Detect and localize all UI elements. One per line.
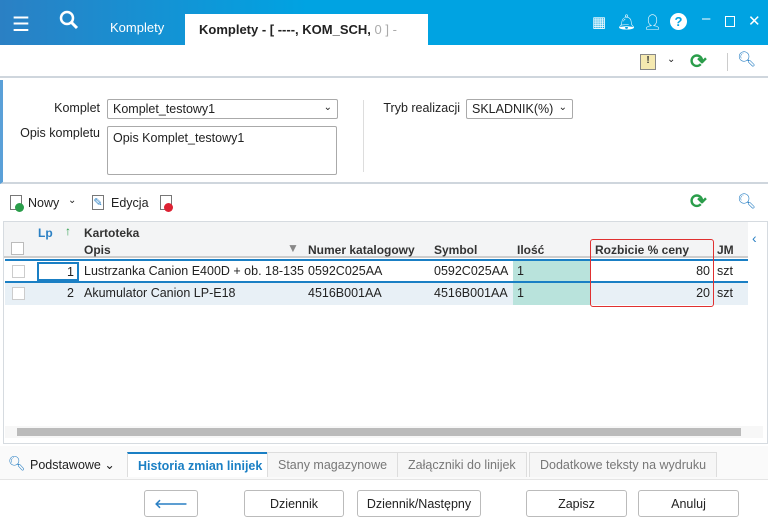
grid-toolbar: Nowy ⌄ ✎ Edycja ⟳ 🔍︎	[0, 186, 768, 218]
column-numer[interactable]: Numer katalogowy	[308, 243, 415, 257]
horizontal-scrollbar[interactable]	[5, 426, 763, 438]
lp-header[interactable]: Lp	[38, 226, 53, 240]
komplet-select[interactable]: Komplet_testowy1 ⌄	[107, 99, 338, 119]
help-icon[interactable]: ?	[670, 13, 687, 30]
close-icon[interactable]: ✕	[748, 12, 761, 30]
cell-symbol[interactable]: 0592C025AA	[434, 264, 508, 278]
maximize-icon[interactable]	[725, 16, 735, 27]
divider	[363, 100, 364, 172]
bell-icon[interactable]: 🔔︎	[617, 13, 636, 31]
delete-icon[interactable]	[160, 195, 173, 212]
tryb-select[interactable]: SKLADNIK(%) ⌄	[466, 99, 573, 119]
user-icon[interactable]: 👤︎	[643, 13, 662, 31]
chevron-left-icon[interactable]: ‹	[752, 230, 757, 246]
tab-komplety-active[interactable]: Komplety - [ ----, KOM_SCH, 0 ] -	[185, 14, 428, 45]
row-checkbox[interactable]	[12, 287, 25, 300]
cell-jm[interactable]: szt	[717, 286, 733, 300]
opis-label: Opis kompletu	[20, 126, 100, 140]
column-symbol[interactable]: Symbol	[434, 243, 477, 257]
edit-icon: ✎	[92, 195, 104, 210]
dziennik-button[interactable]: Dziennik	[244, 490, 344, 517]
filter-icon[interactable]: ▼	[287, 241, 299, 255]
opis-textarea[interactable]: Opis Komplet_testowy1	[107, 126, 337, 175]
cell-ilosc[interactable]: 1	[513, 261, 590, 281]
edit-button[interactable]: Edycja	[111, 196, 149, 210]
menu-icon[interactable]: ☰	[12, 12, 30, 37]
select-all-checkbox[interactable]	[11, 242, 24, 255]
cell-numer[interactable]: 4516B001AA	[308, 286, 382, 300]
cell-symbol[interactable]: 4516B001AA	[434, 286, 508, 300]
new-button[interactable]: Nowy	[28, 196, 59, 210]
cell-opis[interactable]: Akumulator Canion LP-E18	[84, 286, 235, 300]
komplet-value: Komplet_testowy1	[113, 102, 216, 116]
title-bar: ☰ Komplety Komplety - [ ----, KOM_SCH, 0…	[0, 0, 768, 45]
dziennik-next-button[interactable]: Dziennik/Następny	[357, 490, 481, 517]
filter-search-icon[interactable]: 🔍︎	[737, 192, 756, 210]
chevron-down-icon[interactable]: ⌄	[667, 54, 675, 65]
tab-label: Komplety - [ ----, KOM_SCH,	[199, 22, 375, 37]
group-header-kartoteka: Kartoteka	[84, 226, 140, 240]
column-jm[interactable]: JM	[717, 243, 734, 257]
divider	[727, 53, 728, 71]
tab-zalaczniki[interactable]: Załączniki do linijek	[397, 452, 527, 477]
chevron-down-icon: ⌄	[558, 102, 567, 113]
tab-stany[interactable]: Stany magazynowe	[267, 452, 399, 477]
view-icon: 🔍︎	[8, 455, 26, 471]
view-label: Podstawowe	[30, 458, 101, 472]
main-toolbar: ! ⌄ ⟳ 🔍︎	[0, 45, 768, 78]
search-icon[interactable]	[58, 9, 80, 31]
cell-lp[interactable]: 2	[37, 286, 79, 300]
column-ilosc[interactable]: Ilość	[517, 243, 544, 257]
tab-komplety[interactable]: Komplety	[110, 20, 164, 35]
cell-jm[interactable]: szt	[717, 264, 733, 278]
minimize-icon[interactable]: –	[702, 10, 710, 27]
form-panel: Komplet Komplet_testowy1 ⌄ Opis kompletu …	[0, 80, 768, 184]
tab-label-suffix: 0 ] -	[374, 22, 397, 37]
tryb-label: Tryb realizacji	[383, 101, 460, 115]
refresh-icon[interactable]: ⟳	[690, 189, 707, 214]
cell-numer[interactable]: 0592C025AA	[308, 264, 382, 278]
chevron-down-icon: ⌄	[104, 458, 115, 472]
tryb-value: SKLADNIK(%)	[472, 102, 554, 116]
cell-ilosc[interactable]: 1	[513, 283, 590, 305]
row-checkbox[interactable]	[12, 265, 25, 278]
scrollbar-thumb[interactable]	[17, 428, 741, 436]
save-button[interactable]: Zapisz	[526, 490, 627, 517]
komplet-label: Komplet	[54, 101, 100, 115]
cell-lp[interactable]: 1	[37, 262, 79, 281]
refresh-icon[interactable]: ⟳	[690, 49, 707, 74]
back-button[interactable]: 🡐	[144, 490, 198, 517]
chevron-down-icon[interactable]: ⌄	[68, 195, 76, 206]
filter-search-icon[interactable]: 🔍︎	[737, 50, 756, 68]
cell-opis[interactable]: Lustrzanka Canion E400D + ob. 18-135	[84, 264, 304, 278]
settings-icon[interactable]: !	[640, 54, 656, 70]
chevron-down-icon: ⌄	[323, 102, 332, 113]
apps-icon[interactable]: ▦	[592, 13, 606, 31]
highlight-rozbicie	[590, 239, 714, 307]
column-opis[interactable]: Opis	[84, 243, 111, 257]
tab-dodatkowe[interactable]: Dodatkowe teksty na wydruku	[529, 452, 718, 477]
sort-asc-icon[interactable]: ↑	[65, 224, 71, 238]
new-doc-icon	[10, 195, 24, 212]
tab-historia[interactable]: Historia zmian linijek	[127, 452, 274, 477]
view-select[interactable]: Podstawowe ⌄	[30, 457, 115, 472]
cancel-button[interactable]: Anuluj	[638, 490, 739, 517]
